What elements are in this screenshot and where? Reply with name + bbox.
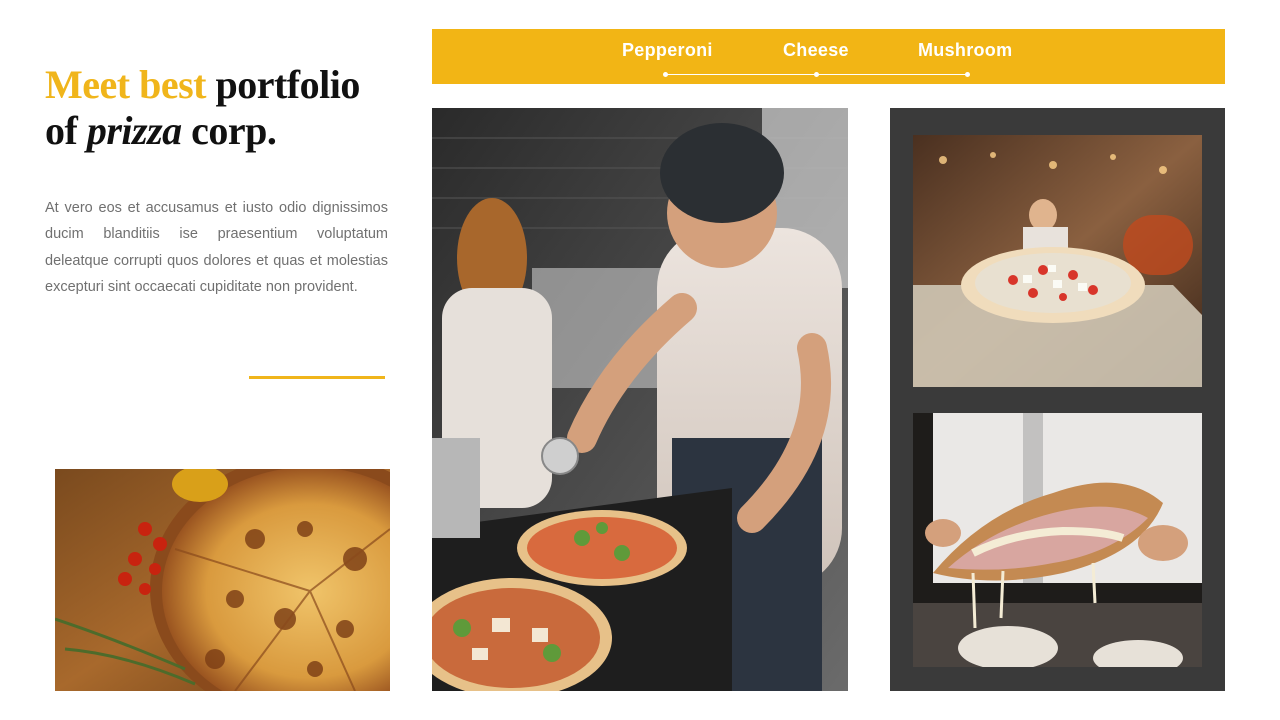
- page-title: Meet best portfolio of prizza corp.: [45, 62, 415, 154]
- tab-dot-mushroom: [965, 72, 970, 77]
- body-paragraph: At vero eos et accusamus et iusto odio d…: [45, 200, 388, 295]
- tab-dot-cheese: [814, 72, 819, 77]
- title-italic: prizza: [86, 108, 182, 153]
- tab-mushroom[interactable]: Mushroom: [918, 40, 1012, 61]
- pizza-on-peel-photo: [913, 135, 1202, 387]
- cheesy-pizza-slice-photo: [913, 413, 1202, 667]
- title-line2-b: corp.: [181, 108, 277, 153]
- tab-pepperoni[interactable]: Pepperoni: [622, 40, 713, 61]
- title-line2-a: of: [45, 108, 87, 153]
- accent-divider: [249, 376, 385, 379]
- title-rest: portfolio: [205, 62, 360, 107]
- tab-cheese[interactable]: Cheese: [783, 40, 849, 61]
- pizza-on-wooden-board-photo: [55, 469, 390, 691]
- title-accent: Meet best: [45, 62, 206, 107]
- chef-cutting-pizza-photo: [432, 108, 848, 691]
- category-tab-bar: Pepperoni Cheese Mushroom: [432, 29, 1225, 84]
- tab-dot-pepperoni: [663, 72, 668, 77]
